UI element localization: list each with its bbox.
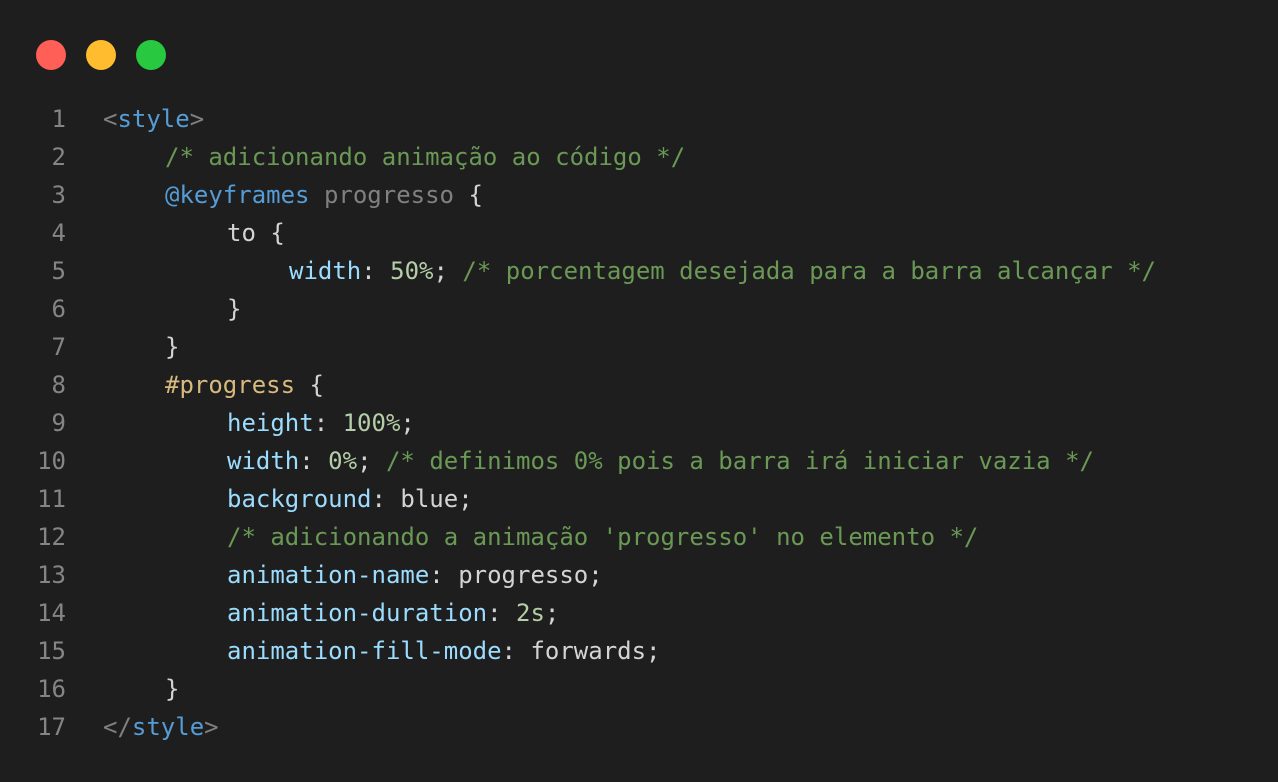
code-text: @keyframes progresso { [128, 176, 483, 214]
line-number: 10 [37, 447, 66, 475]
code-token: /* porcentagem desejada para a barra alc… [462, 257, 1156, 285]
code-line: 9 height: 100%; [0, 404, 1278, 442]
code-text: </style> [66, 708, 219, 746]
code-text: /* adicionando a animação 'progresso' no… [190, 518, 978, 556]
code-text: } [190, 290, 241, 328]
code-token: > [189, 105, 205, 133]
code-token: { [454, 181, 483, 209]
code-token: animation-fill-mode [227, 637, 502, 665]
code-token: 2s [516, 599, 545, 627]
code-text: animation-name: progresso; [190, 556, 603, 594]
code-line: 2 /* adicionando animação ao código */ [0, 138, 1278, 176]
code-text: animation-duration: 2s; [190, 594, 559, 632]
code-token: } [165, 333, 180, 361]
code-token: } [227, 295, 242, 323]
code-token: </ [103, 713, 132, 741]
code-token: style [131, 713, 205, 741]
line-number: 4 [51, 219, 66, 247]
maximize-button[interactable] [136, 40, 166, 70]
code-line: 13 animation-name: progresso; [0, 556, 1278, 594]
code-token: /* adicionando animação ao código */ [165, 143, 686, 171]
code-line: 16} [0, 670, 1278, 708]
line-number: 9 [51, 409, 66, 437]
code-token: : [299, 447, 329, 475]
code-text: animation-fill-mode: forwards; [190, 632, 661, 670]
line-number: 14 [37, 599, 66, 627]
code-token: /* definimos 0% pois a barra irá iniciar… [385, 447, 1094, 475]
code-line: 3 @keyframes progresso { [0, 176, 1278, 214]
code-token: < [103, 105, 118, 133]
code-token: #progress [165, 371, 296, 399]
line-number: 8 [51, 371, 66, 399]
line-number: 12 [37, 523, 66, 551]
code-text: /* adicionando animação ao código */ [128, 138, 685, 176]
code-token: ; [544, 599, 560, 627]
code-window: 1 <style> 2/* adicionando animação ao códi… [0, 0, 1278, 782]
line-number: 2 [51, 143, 66, 171]
code-text: background: blue; [190, 480, 473, 518]
code-token: 0% [328, 447, 358, 475]
code-token: : progresso; [429, 561, 603, 589]
code-token: ; [357, 447, 386, 475]
code-token: { [295, 371, 324, 399]
code-token: : blue; [371, 485, 473, 513]
code-text: #progress { [128, 366, 324, 404]
code-line: 1 <style> [0, 100, 1278, 138]
code-line: 10 width: 0%; /* definimos 0% pois a barr… [0, 442, 1278, 480]
code-text: } [128, 670, 179, 708]
code-token: @keyframes [165, 181, 310, 209]
code-line: 11 background: blue; [0, 480, 1278, 518]
code-token: 100% [342, 409, 401, 437]
code-line: 12 /* adicionando a animação 'progresso' … [0, 518, 1278, 556]
window-controls [36, 40, 166, 70]
code-token: height [227, 409, 314, 437]
code-line: 17 </style> [0, 708, 1278, 746]
line-number: 11 [37, 485, 66, 513]
code-token: > [204, 713, 219, 741]
code-line: 8 #progress { [0, 366, 1278, 404]
code-token: : forwards; [501, 637, 661, 665]
line-number: 3 [51, 181, 66, 209]
line-number: 1 [51, 105, 66, 133]
code-text: } [128, 328, 179, 366]
code-token: : [487, 599, 516, 627]
code-text: height: 100%; [190, 404, 415, 442]
code-line: 15 animation-fill-mode: forwards; [0, 632, 1278, 670]
code-editor: 1 <style> 2/* adicionando animação ao códi… [0, 100, 1278, 746]
minimize-button[interactable] [86, 40, 116, 70]
line-number: 7 [51, 333, 66, 361]
code-text: to { [190, 214, 285, 252]
code-line: 7} [0, 328, 1278, 366]
line-number: 17 [37, 713, 66, 741]
code-token: animation-name [227, 561, 430, 589]
code-token: background [227, 485, 372, 513]
code-text: width: 50%; /* porcentagem desejada para… [252, 252, 1156, 290]
code-token: 50% [390, 257, 434, 285]
code-line: 14 animation-duration: 2s; [0, 594, 1278, 632]
code-line: 6} [0, 290, 1278, 328]
line-number: 13 [37, 561, 66, 589]
code-token: } [165, 675, 180, 703]
code-token: ; [400, 409, 415, 437]
code-token: width [227, 447, 300, 475]
code-text: <style> [66, 100, 204, 138]
code-token: animation-duration [227, 599, 488, 627]
close-button[interactable] [36, 40, 66, 70]
line-number: 16 [37, 675, 66, 703]
line-number: 6 [51, 295, 66, 323]
code-token: : [313, 409, 343, 437]
line-number: 5 [51, 257, 66, 285]
line-number: 15 [37, 637, 66, 665]
code-token: style [117, 105, 190, 133]
code-token: progresso [323, 181, 454, 209]
code-line: 4 to { [0, 214, 1278, 252]
code-token: width [289, 257, 362, 285]
code-token: ; [433, 257, 463, 285]
code-line: 5 width: 50%; /* porcentagem desejada par… [0, 252, 1278, 290]
code-token: to { [227, 219, 285, 247]
code-token: /* adicionando a animação 'progresso' no… [227, 523, 979, 551]
code-token: : [361, 257, 391, 285]
code-text: width: 0%; /* definimos 0% pois a barra … [190, 442, 1094, 480]
